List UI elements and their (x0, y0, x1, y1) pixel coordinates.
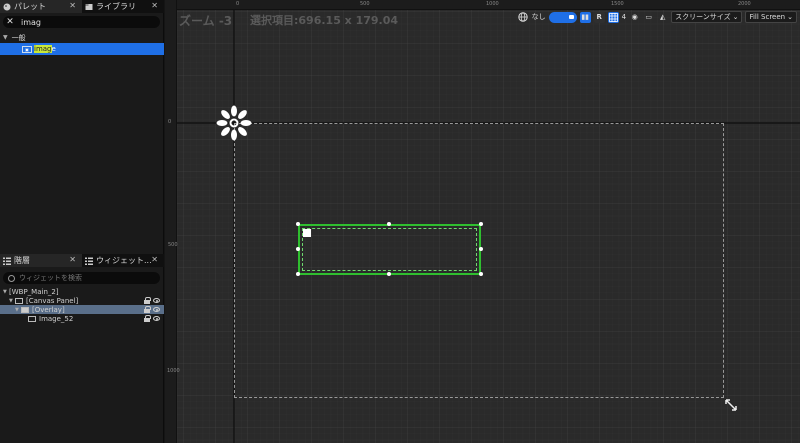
hierarchy-tabbar: 階層 ✕ ウィジェット... ✕ (0, 254, 164, 267)
tree-item-overlay[interactable]: ▼ [Overlay] (0, 305, 164, 314)
canvas-panel-icon (15, 297, 23, 304)
resize-handle[interactable] (387, 222, 391, 226)
selection-size-label: 選択項目:696.15 x 179.04 (250, 14, 399, 27)
lock-icon[interactable] (144, 306, 151, 313)
palette-search-value: imag (21, 17, 41, 27)
image-preview-icon[interactable]: ▭ (643, 12, 654, 23)
chevron-down-icon: ⌄ (787, 13, 793, 21)
resize-handle[interactable] (296, 272, 300, 276)
lock-toggle[interactable] (548, 11, 577, 23)
eye-icon[interactable] (153, 298, 160, 303)
designer-toolbar: なし ▮▮ R 4 ◉ ▭ ◭ スクリーンサイズ ⌄ Fill Screen ⌄ (518, 9, 800, 25)
eye-icon[interactable] (153, 316, 160, 321)
screen-resize-icon[interactable] (725, 399, 737, 411)
tab-label: 階層 (14, 256, 30, 265)
zoom-label: ズーム -3 (179, 14, 233, 28)
resize-handle[interactable] (387, 272, 391, 276)
hierarchy-search-placeholder: ウィジェットを検索 (19, 274, 82, 282)
ruler-label: 2000 (738, 1, 751, 7)
tree-item-label: [Overlay] (32, 305, 65, 314)
localization-label[interactable]: なし (532, 12, 546, 22)
close-icon[interactable]: ✕ (69, 255, 76, 264)
tab-widget-reflector[interactable]: ウィジェット... ✕ (82, 254, 164, 267)
close-icon[interactable]: ✕ (69, 1, 76, 10)
resize-handle[interactable] (479, 247, 483, 251)
close-icon[interactable]: ✕ (151, 1, 158, 10)
respect-locks-icon[interactable]: ▮▮ (579, 11, 591, 23)
tab-label: パレット (14, 2, 46, 11)
lock-icon[interactable] (144, 297, 151, 304)
ruler-label: 0 (236, 1, 240, 7)
lock-icon[interactable] (144, 315, 151, 322)
palette-item-label: image (34, 45, 56, 53)
chevron-down-icon: ▼ (3, 34, 8, 41)
ruler-label: 1000 (486, 1, 499, 7)
tab-label: ライブラリ (96, 2, 136, 11)
tree-item-label: [Canvas Panel] (26, 296, 79, 305)
dpi-icon[interactable]: ◉ (629, 12, 640, 23)
grid-snap-value[interactable]: 4 (622, 13, 626, 21)
category-general[interactable]: ▼ 一般 (3, 33, 26, 42)
palette-item-image[interactable]: ▣ image (0, 43, 164, 55)
widget-icon (85, 257, 93, 265)
mountain-icon[interactable]: ◭ (657, 12, 668, 23)
tab-label: ウィジェット... (96, 256, 152, 265)
tree-item-wbp-main[interactable]: ▼ [WBP_Main_2] (0, 287, 164, 296)
fill-screen-label: Fill Screen (749, 13, 786, 21)
overlay-icon (21, 306, 29, 313)
tab-library[interactable]: ライブラリ ✕ (82, 0, 164, 13)
search-highlight: imag (34, 45, 52, 53)
left-panel: パレット ✕ ライブラリ ✕ ✕ imag ▼ 一般 ▣ image 階層 ✕ … (0, 0, 164, 443)
screen-size-label: スクリーンサイズ (675, 13, 731, 21)
category-label: 一般 (11, 33, 26, 42)
designer-canvas[interactable]: 0 500 1000 1500 2000 0 500 1000 ズーム -3 選… (165, 0, 800, 443)
clear-search-icon[interactable]: ✕ (5, 17, 15, 27)
tab-palette[interactable]: パレット ✕ (0, 0, 82, 13)
chevron-down-icon: ⌄ (732, 13, 739, 21)
search-icon (8, 274, 15, 282)
globe-icon[interactable] (518, 12, 529, 23)
resize-handle[interactable] (479, 222, 483, 226)
eye-icon[interactable] (153, 307, 160, 312)
ruler-label: 500 (168, 242, 178, 248)
ruler-left: 0 500 1000 (165, 0, 180, 443)
hierarchy-icon (3, 257, 11, 265)
palette-tabbar: パレット ✕ ライブラリ ✕ (0, 0, 164, 13)
hierarchy-search-input[interactable]: ウィジェットを検索 (3, 272, 160, 284)
ruler-label: 0 (168, 119, 172, 125)
resize-handle[interactable] (296, 247, 300, 251)
grid-snap-icon[interactable] (607, 11, 619, 23)
image-icon: ▣ (22, 45, 32, 53)
anchor-icon[interactable] (215, 104, 253, 142)
tree-item-label: [WBP_Main_2] (9, 287, 59, 296)
tab-hierarchy[interactable]: 階層 ✕ (0, 254, 82, 267)
fill-screen-dropdown[interactable]: Fill Screen ⌄ (745, 11, 797, 23)
resize-handle[interactable] (296, 222, 300, 226)
palette-search-input[interactable]: ✕ imag (3, 16, 160, 28)
ruler-label: 1000 (167, 368, 180, 374)
resize-handle[interactable] (479, 272, 483, 276)
tree-item-canvas-panel[interactable]: ▼ [Canvas Panel] (0, 296, 164, 305)
r-button[interactable]: R (593, 11, 605, 23)
library-icon (85, 3, 93, 10)
screen-size-dropdown[interactable]: スクリーンサイズ ⌄ (671, 11, 743, 23)
close-icon[interactable]: ✕ (151, 255, 158, 264)
ruler-label: 500 (360, 1, 370, 7)
image-icon (303, 229, 311, 237)
palette-item-label-rest: e (51, 45, 56, 53)
image-widget-bounds[interactable] (302, 228, 477, 271)
image-icon (28, 315, 36, 322)
palette-icon (3, 3, 11, 10)
tree-item-label: Image_52 (39, 314, 74, 323)
tree-item-image[interactable]: Image_52 (0, 314, 164, 323)
selected-overlay-widget[interactable] (298, 224, 481, 275)
ruler-label: 1500 (611, 1, 624, 7)
